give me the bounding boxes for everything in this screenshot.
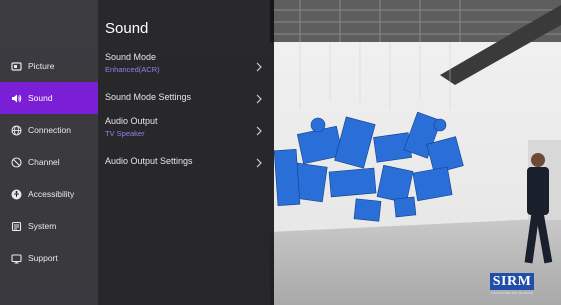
sidebar-item-picture[interactable]: Picture	[0, 50, 98, 82]
sound-mode-settings-row[interactable]: Sound Mode Settings	[98, 92, 274, 106]
watermark-subtext: SINGAPORE ART MUSEUM	[490, 291, 534, 295]
row-value: Enhanced(ACR)	[105, 65, 160, 74]
sidebar-item-label: Sound	[28, 93, 53, 103]
sidebar-item-label: System	[28, 221, 57, 231]
row-value: TV Speaker	[105, 129, 145, 138]
sidebar-item-label: Channel	[28, 157, 60, 167]
audio-output-row[interactable]: Audio Output TV Speaker	[98, 116, 274, 146]
chevron-right-icon	[256, 94, 262, 104]
chevron-right-icon	[256, 158, 262, 168]
sidebar-item-system[interactable]: System	[0, 210, 98, 242]
chevron-right-icon	[256, 62, 262, 72]
chevron-right-icon	[256, 126, 262, 136]
channel-icon	[11, 156, 22, 168]
sidebar-item-connection[interactable]: Connection	[0, 114, 98, 146]
sidebar-item-label: Accessibility	[28, 189, 75, 199]
audio-output-settings-row[interactable]: Audio Output Settings	[98, 156, 274, 170]
settings-category-sidebar: Picture Sound Connection Channel Accessi…	[0, 0, 98, 305]
sidebar-item-support[interactable]: Support	[0, 242, 98, 274]
row-label: Audio Output	[105, 116, 158, 126]
sidebar-item-label: Connection	[28, 125, 72, 135]
sidebar-item-label: Support	[28, 253, 58, 263]
system-icon	[11, 221, 22, 232]
speaker-icon	[11, 93, 22, 104]
sidebar-item-label: Picture	[28, 61, 55, 71]
sidebar-item-channel[interactable]: Channel	[0, 146, 98, 178]
row-label: Sound Mode Settings	[105, 92, 192, 102]
sidebar-item-sound[interactable]: Sound	[0, 82, 98, 114]
row-label: Audio Output Settings	[105, 156, 193, 166]
globe-icon	[11, 124, 22, 136]
watermark-text: SIRM	[489, 273, 535, 290]
sound-settings-panel: Sound Sound Mode Enhanced(ACR) Sound Mod…	[98, 0, 274, 305]
page-title: Sound	[105, 20, 149, 37]
accessibility-icon	[11, 189, 22, 200]
row-label: Sound Mode	[105, 52, 157, 62]
support-icon	[11, 253, 22, 264]
picture-icon	[11, 61, 22, 72]
sound-mode-row[interactable]: Sound Mode Enhanced(ACR)	[98, 52, 274, 82]
watermark-logo: SIRM SINGAPORE ART MUSEUM	[488, 273, 536, 299]
sidebar-item-accessibility[interactable]: Accessibility	[0, 178, 98, 210]
